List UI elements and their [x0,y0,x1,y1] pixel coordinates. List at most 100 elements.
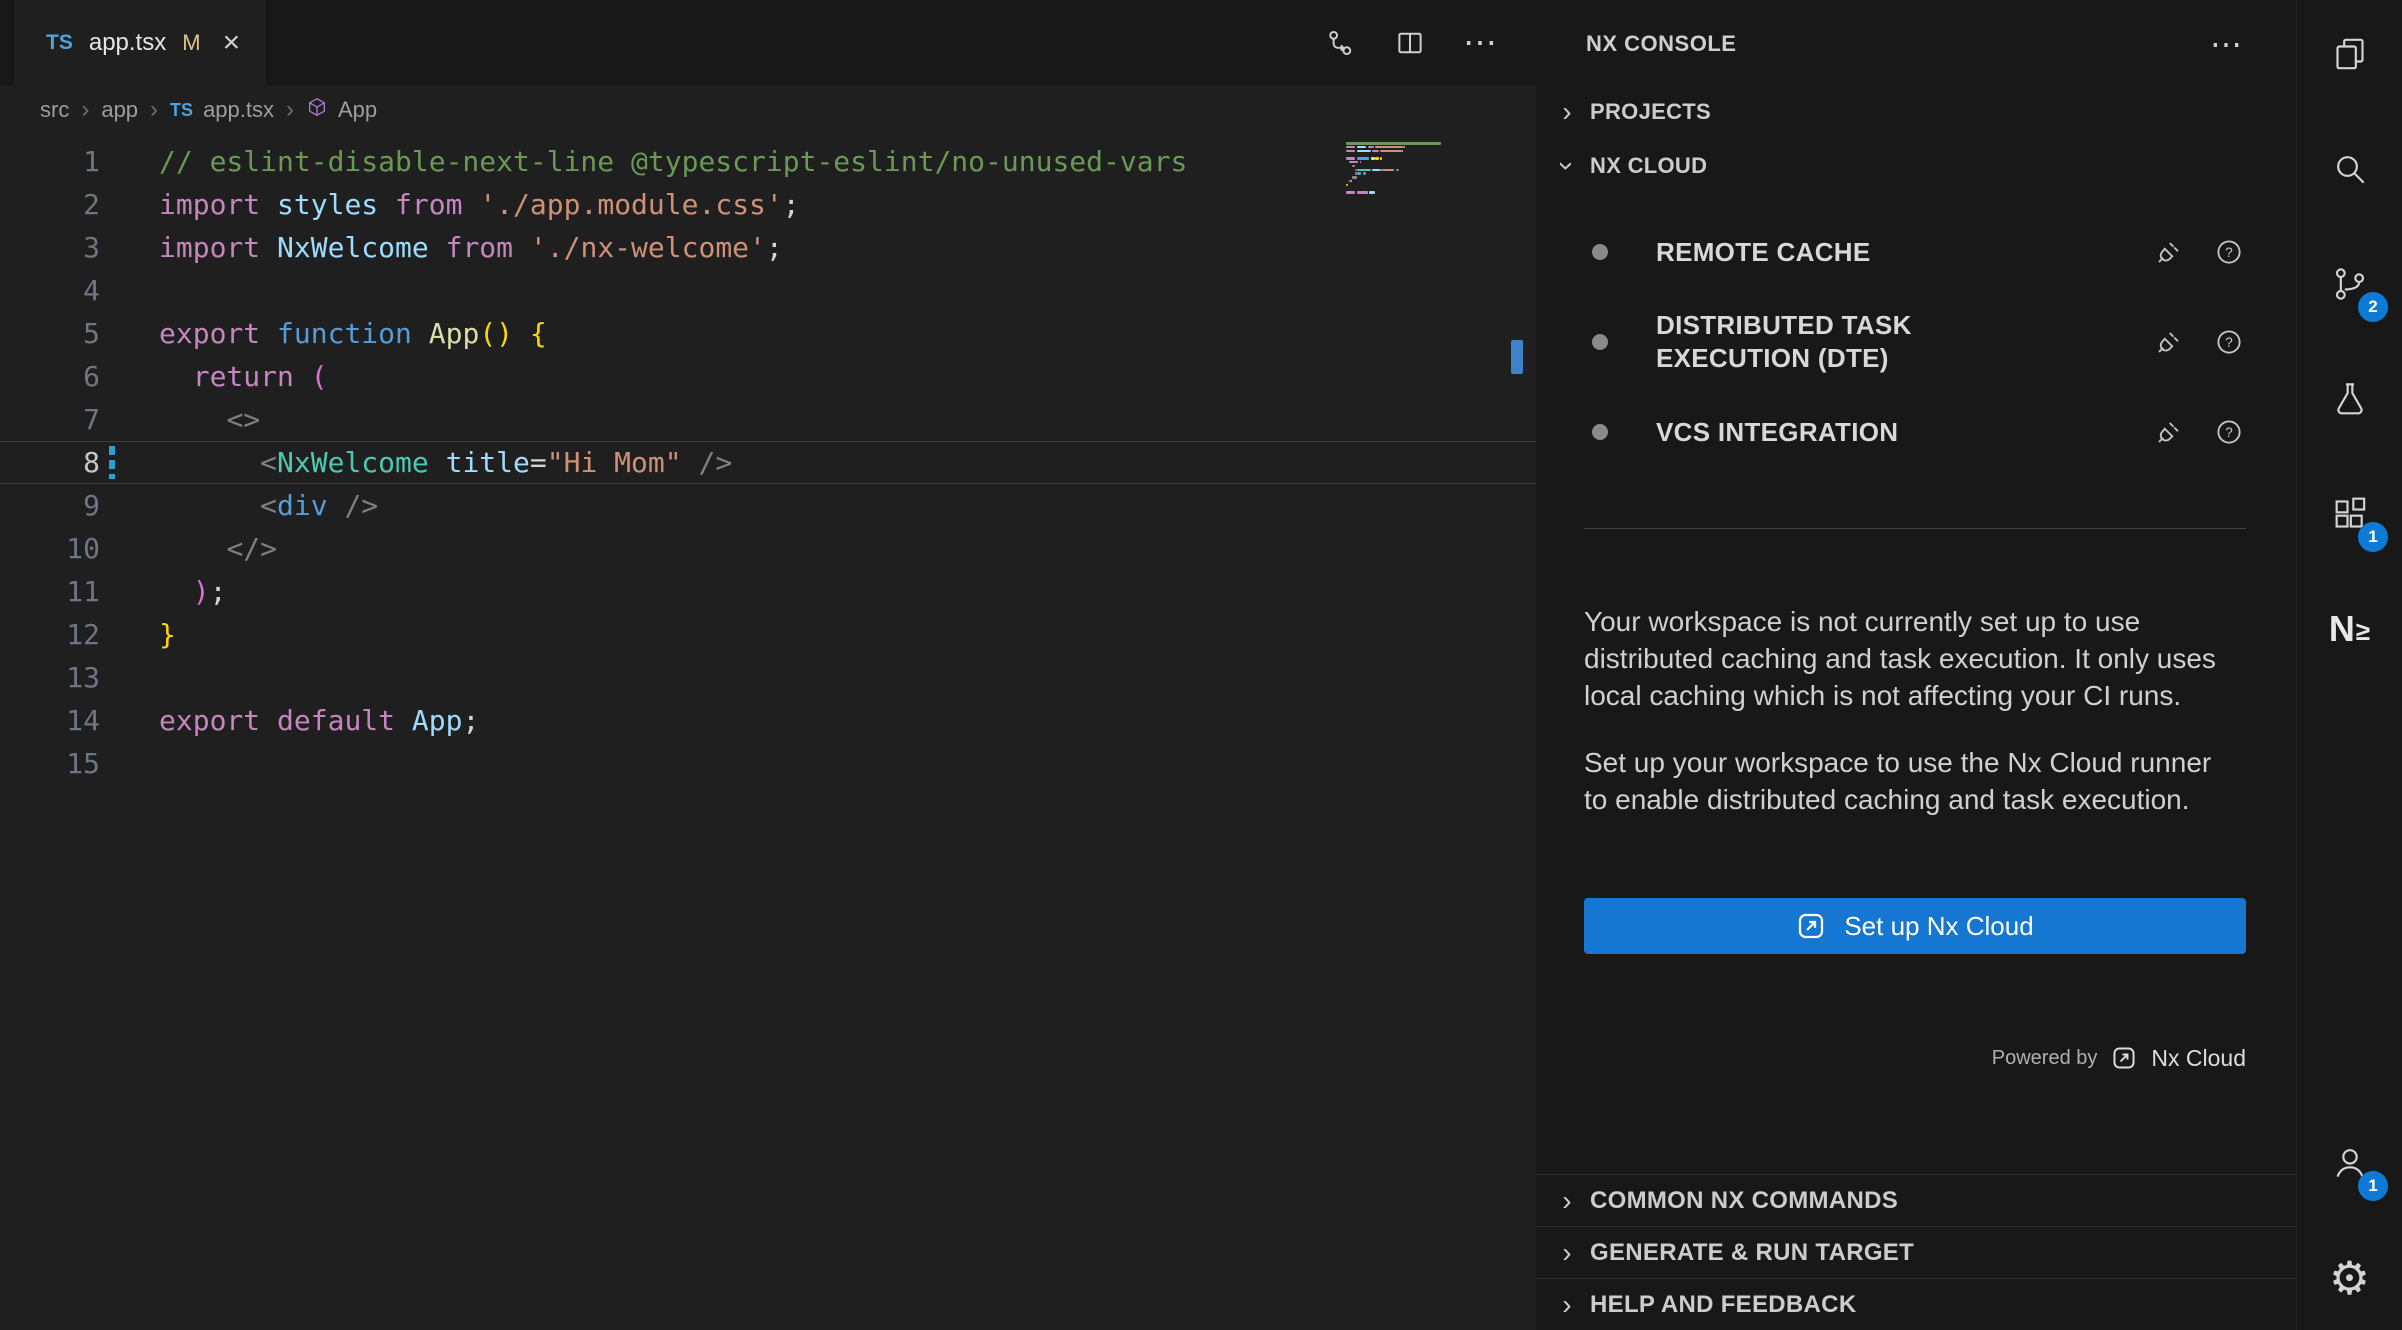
settings-gear-icon[interactable]: ⚙ [2297,1240,2402,1316]
feature-vcs-integration: VCS INTEGRATION ? [1536,398,2296,466]
code-line-15[interactable]: 15 [0,742,1536,785]
chevron-right-icon: › [81,96,89,124]
modified-badge: M [182,30,200,56]
line-number: 15 [0,742,159,785]
feature-label: VCS INTEGRATION [1656,416,1996,449]
line-number: 9 [0,484,159,527]
status-dot-icon [1592,424,1608,440]
code-lines: 1// eslint-disable-next-line @typescript… [0,140,1536,785]
source-control-icon[interactable]: 2 [2297,246,2402,322]
editor-actions: ⋯ [1320,0,1500,86]
close-icon[interactable]: × [223,28,241,58]
code-line-3[interactable]: 3import NxWelcome from './nx-welcome'; [0,226,1536,269]
setup-nx-cloud-button[interactable]: Set up Nx Cloud [1584,898,2246,954]
line-number: 6 [0,355,159,398]
tab-label: app.tsx [89,29,166,57]
panel-title: NX CONSOLE [1586,31,1736,57]
breadcrumb: src › app › TS app.tsx › App [0,86,1536,134]
svg-text:?: ? [2225,245,2233,260]
chevron-right-icon: › [286,96,294,124]
status-dot-icon [1592,334,1608,350]
breadcrumb-src[interactable]: src [40,97,69,123]
line-number: 3 [0,226,159,269]
breadcrumb-symbol[interactable]: App [338,97,377,123]
code-line-4[interactable]: 4 [0,269,1536,312]
nx-console-icon[interactable]: N ≥ [2297,591,2402,667]
help-icon[interactable]: ? [2212,325,2246,359]
code-line-2[interactable]: 2import styles from './app.module.css'; [0,183,1536,226]
account-badge: 1 [2358,1171,2388,1201]
help-icon[interactable]: ? [2212,235,2246,269]
extensions-badge: 1 [2358,522,2388,552]
chevron-right-icon: › [150,96,158,124]
feature-label: DISTRIBUTED TASK EXECUTION (DTE) [1656,309,1996,375]
help-icon[interactable]: ? [2212,415,2246,449]
feature-remote-cache: REMOTE CACHE ? [1536,218,2296,286]
tab-app-tsx[interactable]: TS app.tsx M × [14,0,266,86]
vscode-window: TS app.tsx M × ⋯ [0,0,2402,1330]
more-actions-icon[interactable]: ⋯ [2210,25,2242,63]
section-label: COMMON NX COMMANDS [1590,1187,1898,1215]
line-number: 12 [0,613,159,656]
code-line-8[interactable]: 8 <NxWelcome title="Hi Mom" /> [0,441,1536,484]
account-icon[interactable]: 1 [2297,1125,2402,1201]
code-line-5[interactable]: 5export function App() { [0,312,1536,355]
code-line-6[interactable]: 6 return ( [0,355,1536,398]
editor-area: TS app.tsx M × ⋯ [0,0,1536,1330]
panel-header: NX CONSOLE ⋯ [1536,0,2296,88]
chevron-down-icon: › [1551,151,1583,181]
explorer-icon[interactable] [2297,16,2402,92]
activity-bar: 2 1 N ≥ [2296,0,2402,1330]
split-editor-icon[interactable] [1390,23,1430,63]
code-line-10[interactable]: 10 </> [0,527,1536,570]
minimap[interactable] [1346,142,1506,199]
setup-description: Set up your workspace to use the Nx Clou… [1584,744,2234,818]
code-line-12[interactable]: 12} [0,613,1536,656]
section-help-and-feedback[interactable]: › HELP AND FEEDBACK [1536,1278,2296,1330]
bottom-sections: › COMMON NX COMMANDS › GENERATE & RUN TA… [1536,1174,2296,1330]
section-common-nx-commands[interactable]: › COMMON NX COMMANDS [1536,1174,2296,1226]
line-number: 14 [0,699,159,742]
feature-label: REMOTE CACHE [1656,236,1996,269]
line-number: 5 [0,312,159,355]
code-line-7[interactable]: 7 <> [0,398,1536,441]
line-number: 13 [0,656,159,699]
section-label: PROJECTS [1590,99,1711,125]
testing-beaker-icon[interactable] [2297,361,2402,437]
extensions-icon[interactable]: 1 [2297,476,2402,552]
code-line-9[interactable]: 9 <div /> [0,484,1536,527]
tab-bar: TS app.tsx M × ⋯ [0,0,1536,86]
line-number: 4 [0,269,159,312]
typescript-icon: TS [170,100,193,121]
open-changes-icon[interactable] [1320,23,1360,63]
status-dot-icon [1592,244,1608,260]
feature-dte: DISTRIBUTED TASK EXECUTION (DTE) ? [1536,308,2296,376]
code-line-11[interactable]: 11 ); [0,570,1536,613]
line-number: 8 [0,442,159,483]
code-editor[interactable]: 1// eslint-disable-next-line @typescript… [0,134,1536,785]
powered-by: Powered by Nx Cloud [1536,1036,2246,1080]
chevron-right-icon: › [1552,96,1582,128]
section-label: NX CLOUD [1590,153,1707,179]
typescript-icon: TS [46,31,73,55]
breadcrumb-file[interactable]: app.tsx [203,97,274,123]
chevron-right-icon: › [1552,1237,1582,1269]
svg-text:?: ? [2225,335,2233,350]
connect-icon[interactable] [2152,235,2186,269]
code-line-13[interactable]: 13 [0,656,1536,699]
connect-icon[interactable] [2152,415,2186,449]
line-number: 1 [0,140,159,183]
search-icon[interactable] [2297,131,2402,207]
code-line-1[interactable]: 1// eslint-disable-next-line @typescript… [0,140,1536,183]
breadcrumb-app[interactable]: app [101,97,138,123]
section-nx-cloud[interactable]: › NX CLOUD [1536,136,2296,196]
line-number: 10 [0,527,159,570]
code-line-14[interactable]: 14export default App; [0,699,1536,742]
overview-ruler-marker [1511,340,1523,374]
line-number: 2 [0,183,159,226]
section-projects[interactable]: › PROJECTS [1536,88,2296,136]
more-actions-icon[interactable]: ⋯ [1460,23,1500,63]
section-generate-run-target[interactable]: › GENERATE & RUN TARGET [1536,1226,2296,1278]
nx-cloud-brand: Nx Cloud [2151,1045,2246,1072]
connect-icon[interactable] [2152,325,2186,359]
